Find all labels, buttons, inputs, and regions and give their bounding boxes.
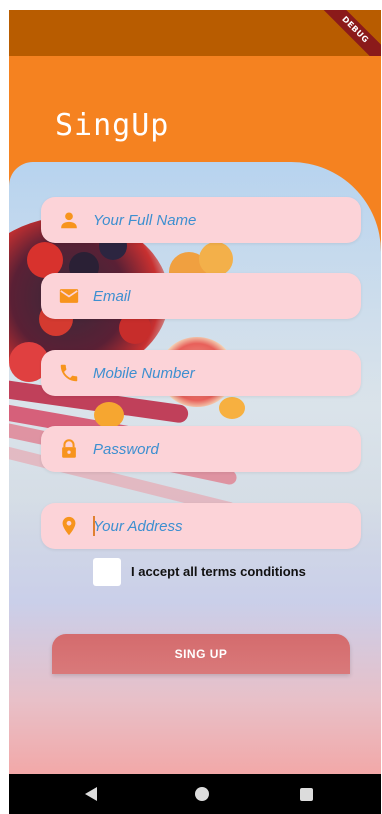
terms-label: I accept all terms conditions (131, 564, 306, 579)
full-name-input[interactable] (93, 197, 348, 243)
email-field[interactable] (41, 273, 361, 319)
status-bar: DEBUG (9, 10, 381, 72)
orange-image (199, 242, 233, 276)
back-icon[interactable] (85, 787, 97, 801)
address-input[interactable] (93, 503, 348, 549)
text-cursor (93, 516, 95, 536)
password-input[interactable] (93, 426, 348, 472)
home-icon[interactable] (195, 787, 209, 801)
mango-image (219, 397, 245, 419)
page-title: SingUp (55, 108, 170, 143)
person-icon (58, 209, 80, 231)
mango-image (94, 402, 124, 428)
full-name-field[interactable] (41, 197, 361, 243)
location-pin-icon (58, 515, 80, 537)
sign-up-button[interactable]: SING UP (52, 634, 350, 674)
terms-checkbox[interactable] (93, 558, 121, 586)
address-field[interactable] (41, 503, 361, 549)
system-nav-bar (9, 774, 381, 814)
recents-icon[interactable] (300, 788, 313, 801)
password-field[interactable] (41, 426, 361, 472)
phone-icon (58, 362, 80, 384)
app-screen: DEBUG SingUp Your Full Name Email Mobile… (9, 10, 381, 814)
mobile-field[interactable] (41, 350, 361, 396)
email-input[interactable] (93, 273, 348, 319)
email-icon (58, 285, 80, 307)
lock-icon (58, 438, 80, 460)
mobile-number-input[interactable] (93, 350, 348, 396)
